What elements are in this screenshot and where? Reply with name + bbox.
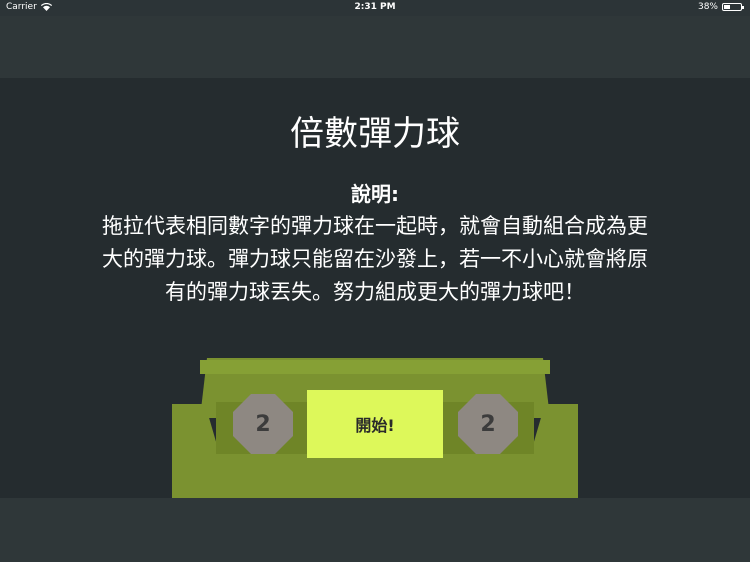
start-button[interactable]: 開始! — [307, 390, 443, 458]
instructions-heading: 說明: — [351, 182, 399, 206]
status-right: 38% — [697, 2, 744, 12]
sofa-back-shade — [200, 360, 550, 374]
instructions-body: 拖拉代表相同數字的彈力球在一起時，就會自動組合成為更 大的彈力球。彈力球只能留在… — [40, 210, 710, 309]
battery-percent: 38% — [697, 2, 718, 12]
sofa-arm-left — [172, 404, 216, 498]
instructions-line: 有的彈力球丟失。努力組成更大的彈力球吧！ — [165, 280, 585, 304]
sofa-arm-right — [534, 404, 578, 498]
bottom-band — [0, 498, 750, 562]
battery-fill — [724, 5, 730, 9]
instructions-line: 大的彈力球。彈力球只能留在沙發上，若一不小心就會將原 — [102, 247, 648, 271]
bouncy-ball[interactable]: 2 — [233, 394, 293, 454]
battery-icon — [722, 3, 744, 11]
top-band — [0, 16, 750, 78]
game-title: 倍數彈力球 — [290, 114, 460, 154]
sofa-base — [172, 454, 578, 498]
status-time: 2:31 PM — [354, 2, 396, 12]
battery-tip — [742, 6, 744, 9]
bouncy-ball[interactable]: 2 — [458, 394, 518, 454]
instructions-line: 拖拉代表相同數字的彈力球在一起時，就會自動組合成為更 — [102, 214, 648, 238]
status-bar: Carrier 2:31 PM 38% — [0, 0, 750, 16]
